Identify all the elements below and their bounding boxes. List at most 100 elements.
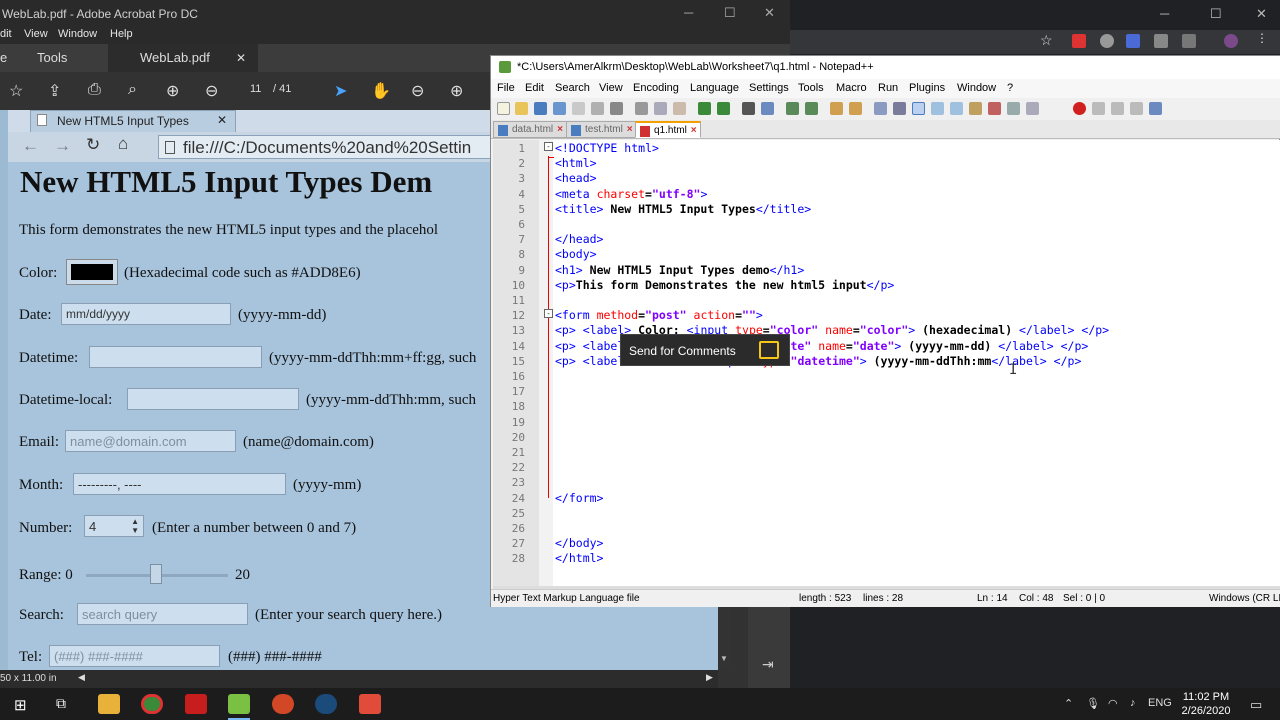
close-icon[interactable]: ✕ [764,5,775,21]
menu-macro[interactable]: Macro [836,82,867,94]
find-icon[interactable] [742,102,755,115]
menu-file[interactable]: File [497,82,515,94]
code-line[interactable]: </html> [555,551,603,565]
language-indicator[interactable]: ENG [1148,697,1172,709]
scroll-down-icon[interactable]: ▼ [720,654,728,663]
code-line[interactable]: <title> New HTML5 Input Types</title> [555,202,811,216]
play-macro-icon[interactable] [1111,102,1124,115]
tab-tools[interactable]: Tools [37,50,67,65]
code-line[interactable]: <form method="post" action=""> [555,308,763,322]
open-file-icon[interactable] [515,102,528,115]
upload-icon[interactable]: ⇪ [48,81,61,101]
code-editor[interactable]: 1 2 3 4 5 6 7 8 9 10 11 12 13 14 15 16 17 18 19 20 21 22 23 24 2… [493,140,1280,586]
paste-icon[interactable] [673,102,686,115]
menu-run[interactable]: Run [878,82,898,94]
print-icon[interactable] [610,102,623,115]
tab-home[interactable]: e [0,50,7,65]
code-line[interactable]: <html> [555,156,597,170]
extension-icon[interactable] [1126,34,1140,48]
tab-document[interactable]: WebLab.pdf ✕ [108,44,258,72]
page-number-input[interactable]: 11 [250,83,261,95]
tab-data-html[interactable]: data.html × [493,121,567,138]
save-icon[interactable] [534,102,547,115]
file-explorer-icon[interactable] [98,694,120,714]
steam-icon[interactable] [315,694,337,714]
fold-toggle-icon[interactable]: - [544,142,553,151]
zoom-out-icon[interactable] [805,102,818,115]
close-icon[interactable]: × [557,124,563,135]
lang-icon[interactable] [931,102,944,115]
copy-icon[interactable] [654,102,667,115]
chevron-up-icon[interactable]: ⌃ [1064,697,1073,710]
hand-icon[interactable]: ✋ [371,81,391,101]
save-macro-icon[interactable] [1149,102,1162,115]
powerpoint-icon[interactable] [272,694,294,714]
menu-view[interactable]: View [599,82,623,94]
microphone-icon[interactable]: 🎙 [1086,697,1100,710]
menu-window[interactable]: Window [957,82,996,94]
menu-window[interactable]: Window [58,28,97,40]
star-icon[interactable]: ☆ [9,81,23,101]
doc-map-icon[interactable] [950,102,963,115]
show-all-chars-icon[interactable] [893,102,906,115]
task-view-icon[interactable]: ⧉ [56,695,66,712]
sync-v-icon[interactable] [830,102,843,115]
clock[interactable]: 11:02 PM 2/26/2020 [1178,690,1234,718]
avatar[interactable] [1224,34,1238,48]
menu-tools[interactable]: Tools [798,82,824,94]
menu-language[interactable]: Language [690,82,739,94]
close-icon[interactable]: × [627,124,633,135]
search-icon[interactable]: ⌕ [128,81,137,99]
chrome-icon[interactable] [141,694,163,714]
record-macro-icon[interactable] [1073,102,1086,115]
code-line[interactable]: <head> [555,171,597,185]
print-icon[interactable]: ⎙ [88,81,101,99]
select-arrow-icon[interactable]: ➤ [334,81,347,101]
menu-view[interactable]: View [24,28,48,40]
code-line[interactable]: </form> [555,491,603,505]
adblock-icon[interactable] [1072,34,1086,48]
undo-icon[interactable] [698,102,711,115]
menu-search[interactable]: Search [555,82,590,94]
menu-encoding[interactable]: Encoding [633,82,679,94]
extension-icon[interactable] [1154,34,1168,48]
code-line[interactable]: <h1> New HTML5 Input Types demo</h1> [555,263,804,277]
tab-q1-html[interactable]: q1.html × [635,121,701,138]
folder-workspace-icon[interactable] [988,102,1001,115]
acrobat-icon[interactable] [185,694,207,714]
stop-macro-icon[interactable] [1092,102,1105,115]
close-icon[interactable]: ✕ [236,51,246,65]
menu-edit[interactable]: dit [0,28,12,40]
notifications-icon[interactable]: ▭ [1250,697,1262,713]
code-line[interactable]: <meta charset="utf-8"> [555,187,707,201]
play-multiple-icon[interactable] [1130,102,1143,115]
sync-h-icon[interactable] [849,102,862,115]
code-line[interactable]: </body> [555,536,603,550]
zoom-in-icon[interactable]: ⊕ [450,81,463,101]
code-line[interactable]: <!DOCTYPE html> [555,141,659,155]
menu-help[interactable]: ? [1007,82,1013,94]
code-line[interactable]: </head> [555,232,603,246]
more-icon[interactable]: ⋮ [1256,31,1270,45]
save-all-icon[interactable] [553,102,566,115]
menu-help[interactable]: Help [110,28,133,40]
new-file-icon[interactable] [497,102,510,115]
close-icon[interactable]: ✕ [1256,6,1267,22]
monitor-icon[interactable] [1007,102,1020,115]
indent-guide-icon[interactable] [912,102,925,115]
zoom-out-icon[interactable]: ⊖ [411,81,424,101]
redo-icon[interactable] [717,102,730,115]
minimize-icon[interactable]: ─ [684,5,693,20]
function-list-icon[interactable] [969,102,982,115]
page-up-icon[interactable]: ⊕ [166,81,179,101]
windows-start-icon[interactable]: ⊞ [14,696,27,714]
fold-toggle-icon[interactable]: - [544,309,553,318]
eye-icon[interactable] [1026,102,1039,115]
wrap-icon[interactable] [874,102,887,115]
minimize-icon[interactable]: ─ [1160,6,1169,21]
close-all-icon[interactable] [591,102,604,115]
code-line[interactable]: <p>This form Demonstrates the new html5 … [555,278,894,292]
menu-settings[interactable]: Settings [749,82,789,94]
expand-panel-icon[interactable]: ⇥ [762,656,774,673]
zoom-in-icon[interactable] [786,102,799,115]
